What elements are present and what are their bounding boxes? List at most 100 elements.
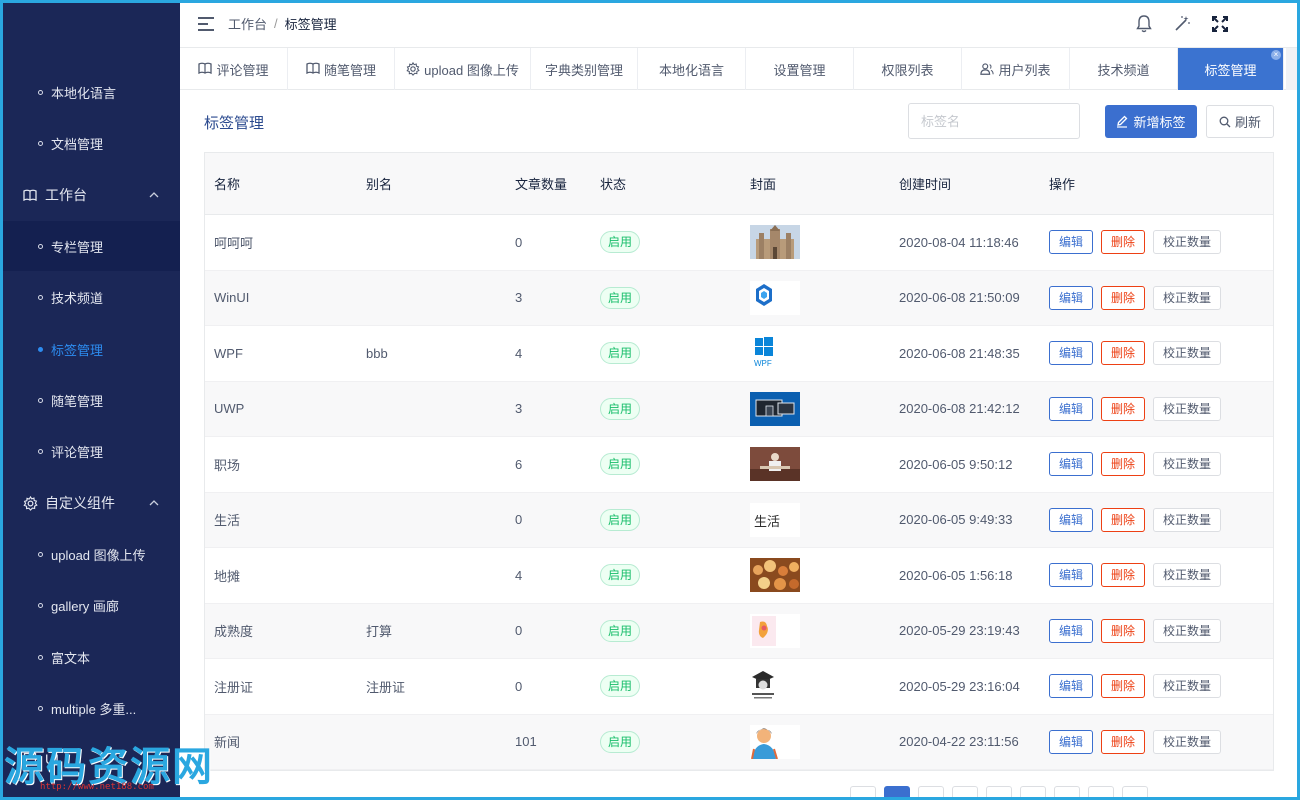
cell-created: 2020-06-08 21:50:09 — [899, 290, 1020, 306]
table-row: 呵呵呵 0 启用 2020-08-04 11:18:46 编辑 删除 校正数量 — [205, 215, 1273, 271]
cell-created: 2020-05-29 23:16:04 — [899, 678, 1020, 694]
delete-button[interactable]: 删除 — [1101, 618, 1146, 643]
cell-status: 启用 — [600, 604, 641, 659]
sidebar-item-label: gallery 画廊 — [51, 598, 119, 614]
fullscreen-icon[interactable] — [1210, 14, 1230, 34]
col-status: 状态 — [600, 177, 627, 192]
delete-button[interactable]: 删除 — [1101, 341, 1146, 366]
page-6[interactable] — [1054, 786, 1080, 800]
delete-button[interactable]: 删除 — [1101, 507, 1146, 532]
sidebar-item-label: 自定义组件 — [45, 495, 115, 511]
sidebar-item-7[interactable]: 评论管理 — [0, 426, 180, 476]
magic-wand-icon[interactable] — [1172, 14, 1192, 34]
edit-button[interactable]: 编辑 — [1049, 507, 1094, 532]
status-badge: 启用 — [600, 564, 641, 587]
delete-button[interactable]: 删除 — [1101, 452, 1146, 477]
tab-label: 评论管理 — [216, 62, 269, 78]
table-header: 名称 别名 文章数量 状态 封面 创建时间 操作 — [205, 153, 1273, 215]
users-icon — [980, 62, 995, 76]
chevron-up-icon — [148, 496, 162, 510]
page-5[interactable] — [1020, 786, 1046, 800]
breadcrumb-separator: / — [274, 16, 278, 31]
fix-count-button[interactable]: 校正数量 — [1153, 507, 1222, 532]
page-next[interactable] — [1122, 786, 1148, 800]
edit-button[interactable]: 编辑 — [1049, 230, 1094, 255]
close-tab-icon[interactable]: × — [1271, 50, 1281, 60]
delete-button[interactable]: 删除 — [1101, 285, 1146, 310]
book-icon — [198, 62, 213, 76]
sidebar-item-1[interactable]: 文档管理 — [0, 118, 180, 168]
fix-count-button[interactable]: 校正数量 — [1153, 285, 1222, 310]
page-title: 标签管理 — [204, 115, 265, 132]
sidebar-item-12[interactable]: multiple 多重... — [0, 683, 180, 733]
edit-button[interactable]: 编辑 — [1049, 729, 1094, 754]
sidebar-item-label: multiple 多重... — [51, 701, 137, 717]
edit-button[interactable]: 编辑 — [1049, 396, 1094, 421]
fix-count-button[interactable]: 校正数量 — [1153, 452, 1222, 477]
page-1[interactable] — [884, 786, 910, 800]
sidebar-item-11[interactable]: 富文本 — [0, 632, 180, 682]
add-tag-button[interactable]: 新增标签 — [1105, 105, 1197, 138]
cell-created: 2020-08-04 11:18:46 — [899, 234, 1019, 250]
tab-5[interactable]: 设置管理 — [746, 48, 854, 90]
sidebar-item-6[interactable]: 随笔管理 — [0, 375, 180, 425]
tab-3[interactable]: 字典类别管理 — [531, 48, 638, 90]
refresh-button[interactable]: 刷新 — [1206, 105, 1274, 138]
page-3[interactable] — [952, 786, 978, 800]
fix-count-button[interactable]: 校正数量 — [1153, 618, 1222, 643]
tag-search-input[interactable] — [908, 103, 1080, 139]
edit-button[interactable]: 编辑 — [1049, 341, 1094, 366]
tab-6[interactable]: 权限列表 — [854, 48, 962, 90]
menu-toggle-icon[interactable] — [198, 16, 214, 31]
tab-0[interactable]: 评论管理 — [180, 48, 288, 90]
page-4[interactable] — [986, 786, 1012, 800]
tab-9[interactable]: 标签管理 × — [1178, 48, 1284, 90]
sidebar-item-0[interactable]: 本地化语言 — [0, 67, 180, 117]
cell-cover — [750, 715, 800, 770]
sidebar-item-10[interactable]: gallery 画廊 — [0, 580, 180, 630]
tab-2[interactable]: upload 图像上传 — [395, 48, 531, 90]
sidebar-item-label: 本地化语言 — [51, 85, 117, 101]
cell-name: WPF — [214, 345, 243, 361]
delete-button[interactable]: 删除 — [1101, 674, 1146, 699]
cover-image — [750, 225, 800, 260]
sidebar-item-2[interactable]: 工作台 — [0, 170, 180, 220]
sidebar-item-4[interactable]: 技术频道 — [0, 272, 180, 322]
delete-button[interactable]: 删除 — [1101, 396, 1146, 421]
tab-label: 本地化语言 — [658, 62, 724, 78]
delete-button[interactable]: 删除 — [1101, 230, 1146, 255]
edit-button[interactable]: 编辑 — [1049, 674, 1094, 699]
edit-button[interactable]: 编辑 — [1049, 452, 1094, 477]
bell-icon[interactable] — [1134, 14, 1154, 34]
edit-button[interactable]: 编辑 — [1049, 618, 1094, 643]
fix-count-button[interactable]: 校正数量 — [1153, 563, 1222, 588]
tab-1[interactable]: 随笔管理 — [288, 48, 395, 90]
fix-count-button[interactable]: 校正数量 — [1153, 230, 1222, 255]
gear-icon — [406, 62, 420, 76]
fix-count-button[interactable]: 校正数量 — [1153, 729, 1222, 754]
edit-button[interactable]: 编辑 — [1049, 285, 1094, 310]
sidebar-item-8[interactable]: 自定义组件 — [0, 478, 180, 528]
cell-cover — [750, 215, 800, 270]
edit-pen-icon — [1117, 115, 1128, 128]
tab-8[interactable]: 技术频道 — [1070, 48, 1178, 90]
tab-7[interactable]: 用户列表 — [962, 48, 1070, 90]
cell-name: 注册证 — [214, 679, 254, 695]
cell-actions: 编辑 删除 校正数量 — [1049, 659, 1229, 714]
fix-count-button[interactable]: 校正数量 — [1153, 396, 1222, 421]
sidebar-item-9[interactable]: upload 图像上传 — [0, 529, 180, 579]
page-2[interactable] — [918, 786, 944, 800]
fix-count-button[interactable]: 校正数量 — [1153, 341, 1222, 366]
edit-button[interactable]: 编辑 — [1049, 563, 1094, 588]
status-badge: 启用 — [600, 231, 641, 254]
delete-button[interactable]: 删除 — [1101, 729, 1146, 754]
status-badge: 启用 — [600, 675, 641, 698]
sidebar-item-5[interactable]: 标签管理 — [0, 324, 180, 374]
breadcrumb-root[interactable]: 工作台 — [228, 14, 267, 33]
tab-4[interactable]: 本地化语言 — [638, 48, 746, 90]
fix-count-button[interactable]: 校正数量 — [1153, 674, 1222, 699]
sidebar-item-3[interactable]: 专栏管理 — [0, 221, 180, 271]
page-prev[interactable] — [850, 786, 876, 800]
page-7[interactable] — [1088, 786, 1114, 800]
delete-button[interactable]: 删除 — [1101, 563, 1146, 588]
